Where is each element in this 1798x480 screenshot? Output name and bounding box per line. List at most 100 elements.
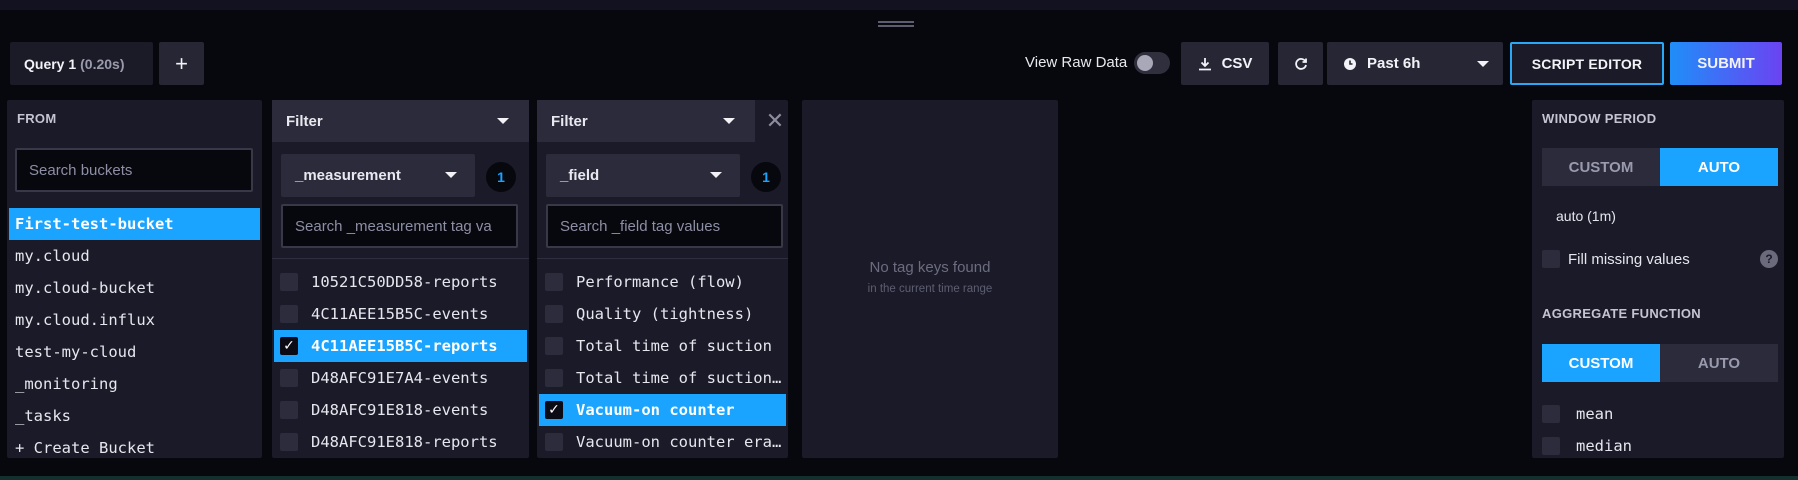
checkbox[interactable]: [280, 433, 298, 451]
divider: [537, 258, 788, 259]
tag-key-label: _field: [560, 167, 600, 184]
aggregate-auto-button[interactable]: AUTO: [1660, 344, 1778, 382]
create-bucket-link[interactable]: + Create Bucket: [9, 432, 260, 464]
checkbox[interactable]: [545, 369, 563, 387]
tag-value-item[interactable]: ✓ Vacuum-on counter: [539, 394, 786, 426]
bucket-item[interactable]: _monitoring: [9, 368, 260, 400]
window-custom-button[interactable]: CUSTOM: [1542, 148, 1660, 186]
chevron-down-icon: [445, 172, 457, 178]
toggle-knob: [1137, 55, 1153, 71]
checkbox-checked[interactable]: ✓: [280, 337, 298, 355]
measurement-filter-panel: Filter _measurement 1 Search _measuremen…: [272, 100, 529, 458]
bucket-item[interactable]: my.cloud-bucket: [9, 272, 260, 304]
chevron-down-icon: [497, 118, 509, 124]
from-title: FROM: [17, 111, 57, 126]
chevron-down-icon: [723, 118, 735, 124]
tag-key-dropdown[interactable]: _measurement: [281, 154, 475, 197]
help-icon[interactable]: ?: [1760, 250, 1778, 268]
filter-title: Filter: [551, 112, 588, 130]
bucket-search-input[interactable]: Search buckets: [15, 148, 253, 192]
query-tab-time: (0.20s): [80, 55, 125, 72]
aggregate-panel: WINDOW PERIOD CUSTOM AUTO auto (1m) Fill…: [1532, 100, 1784, 458]
filter-title: Filter: [286, 112, 323, 130]
window-period-value: auto (1m): [1556, 208, 1616, 224]
checkbox[interactable]: [1542, 250, 1560, 268]
refresh-button[interactable]: [1278, 42, 1323, 85]
tag-value-item[interactable]: Total time of suction: [539, 330, 786, 362]
tag-value-item[interactable]: Quality (tightness): [539, 298, 786, 330]
csv-label: CSV: [1221, 55, 1253, 72]
tag-value-item[interactable]: D48AFC91E818-events: [274, 394, 527, 426]
fill-missing-option[interactable]: Fill missing values ?: [1542, 247, 1778, 271]
bucket-list: First-test-bucket my.cloud my.cloud-buck…: [9, 208, 260, 464]
tag-values-search-input[interactable]: Search _field tag values: [546, 204, 783, 248]
checkbox[interactable]: [1542, 405, 1560, 423]
tag-values-search-input[interactable]: Search _measurement tag va: [281, 204, 518, 248]
checkbox[interactable]: [280, 273, 298, 291]
selected-count-badge: 1: [751, 162, 781, 192]
chevron-down-icon: [1477, 61, 1489, 67]
empty-message: No tag keys found: [869, 259, 991, 276]
bucket-item[interactable]: my.cloud: [9, 240, 260, 272]
csv-download-button[interactable]: CSV: [1181, 42, 1269, 85]
query-tab[interactable]: Query 1 (0.20s): [10, 42, 153, 85]
chevron-down-icon: [710, 172, 722, 178]
checkbox[interactable]: [545, 433, 563, 451]
query-tab-label: Query 1: [24, 55, 77, 72]
checkbox[interactable]: [1542, 437, 1560, 455]
bottom-border: [0, 476, 1798, 480]
window-period-title: WINDOW PERIOD: [1542, 111, 1657, 126]
time-range-dropdown[interactable]: Past 6h: [1327, 42, 1503, 85]
bucket-item[interactable]: my.cloud.influx: [9, 304, 260, 336]
field-filter-panel: Filter _field 1 Search _field tag values…: [537, 100, 788, 458]
tag-value-item[interactable]: Performance (flow): [539, 266, 786, 298]
tag-value-item[interactable]: D48AFC91E7A4-events: [274, 362, 527, 394]
aggregate-function-toggle: CUSTOM AUTO: [1542, 344, 1778, 382]
filter-function-dropdown[interactable]: Filter: [272, 100, 529, 142]
window-period-toggle: CUSTOM AUTO: [1542, 148, 1778, 186]
close-icon[interactable]: ✕: [763, 108, 787, 133]
bucket-item[interactable]: _tasks: [9, 400, 260, 432]
tag-value-item[interactable]: ✓ 4C11AEE15B5C-reports: [274, 330, 527, 362]
bucket-item[interactable]: test-my-cloud: [9, 336, 260, 368]
top-strip: [0, 0, 1798, 10]
checkbox-checked[interactable]: ✓: [545, 401, 563, 419]
window-auto-button[interactable]: AUTO: [1660, 148, 1778, 186]
checkbox[interactable]: [280, 401, 298, 419]
empty-submessage: in the current time range: [867, 283, 993, 295]
submit-button[interactable]: SUBMIT: [1670, 42, 1782, 85]
function-item[interactable]: mean: [1536, 398, 1780, 430]
filter-function-dropdown[interactable]: Filter: [537, 100, 755, 142]
view-raw-data-label: View Raw Data: [1025, 54, 1128, 71]
time-range-label: Past 6h: [1367, 55, 1421, 72]
clock-icon: [1344, 57, 1356, 70]
tag-value-list: 10521C50DD58-reports 4C11AEE15B5C-events…: [274, 266, 527, 458]
checkbox[interactable]: [545, 337, 563, 355]
checkbox[interactable]: [545, 305, 563, 323]
checkbox[interactable]: [280, 369, 298, 387]
bucket-item[interactable]: First-test-bucket: [9, 208, 260, 240]
empty-filter-panel: No tag keys found in the current time ra…: [802, 100, 1058, 458]
tag-value-item[interactable]: Total time of suction...: [539, 362, 786, 394]
download-icon: [1198, 57, 1211, 70]
view-raw-data-toggle[interactable]: [1134, 52, 1170, 74]
aggregate-function-list: mean median: [1536, 398, 1780, 462]
add-query-button[interactable]: +: [159, 42, 204, 85]
divider: [272, 258, 529, 259]
refresh-icon: [1294, 57, 1307, 70]
resize-handle[interactable]: [878, 21, 914, 27]
script-editor-button[interactable]: SCRIPT EDITOR: [1510, 42, 1664, 85]
tag-value-item[interactable]: Vacuum-on counter era...: [539, 426, 786, 458]
checkbox[interactable]: [280, 305, 298, 323]
tag-value-item[interactable]: 4C11AEE15B5C-events: [274, 298, 527, 330]
tag-value-list: Performance (flow) Quality (tightness) T…: [539, 266, 786, 458]
tag-value-item[interactable]: 10521C50DD58-reports: [274, 266, 527, 298]
aggregate-function-title: AGGREGATE FUNCTION: [1542, 306, 1701, 321]
tag-value-item[interactable]: D48AFC91E818-reports: [274, 426, 527, 458]
checkbox[interactable]: [545, 273, 563, 291]
tag-key-label: _measurement: [295, 167, 401, 184]
fill-missing-label: Fill missing values: [1568, 250, 1690, 268]
aggregate-custom-button[interactable]: CUSTOM: [1542, 344, 1660, 382]
tag-key-dropdown[interactable]: _field: [546, 154, 740, 197]
function-item[interactable]: median: [1536, 430, 1780, 462]
